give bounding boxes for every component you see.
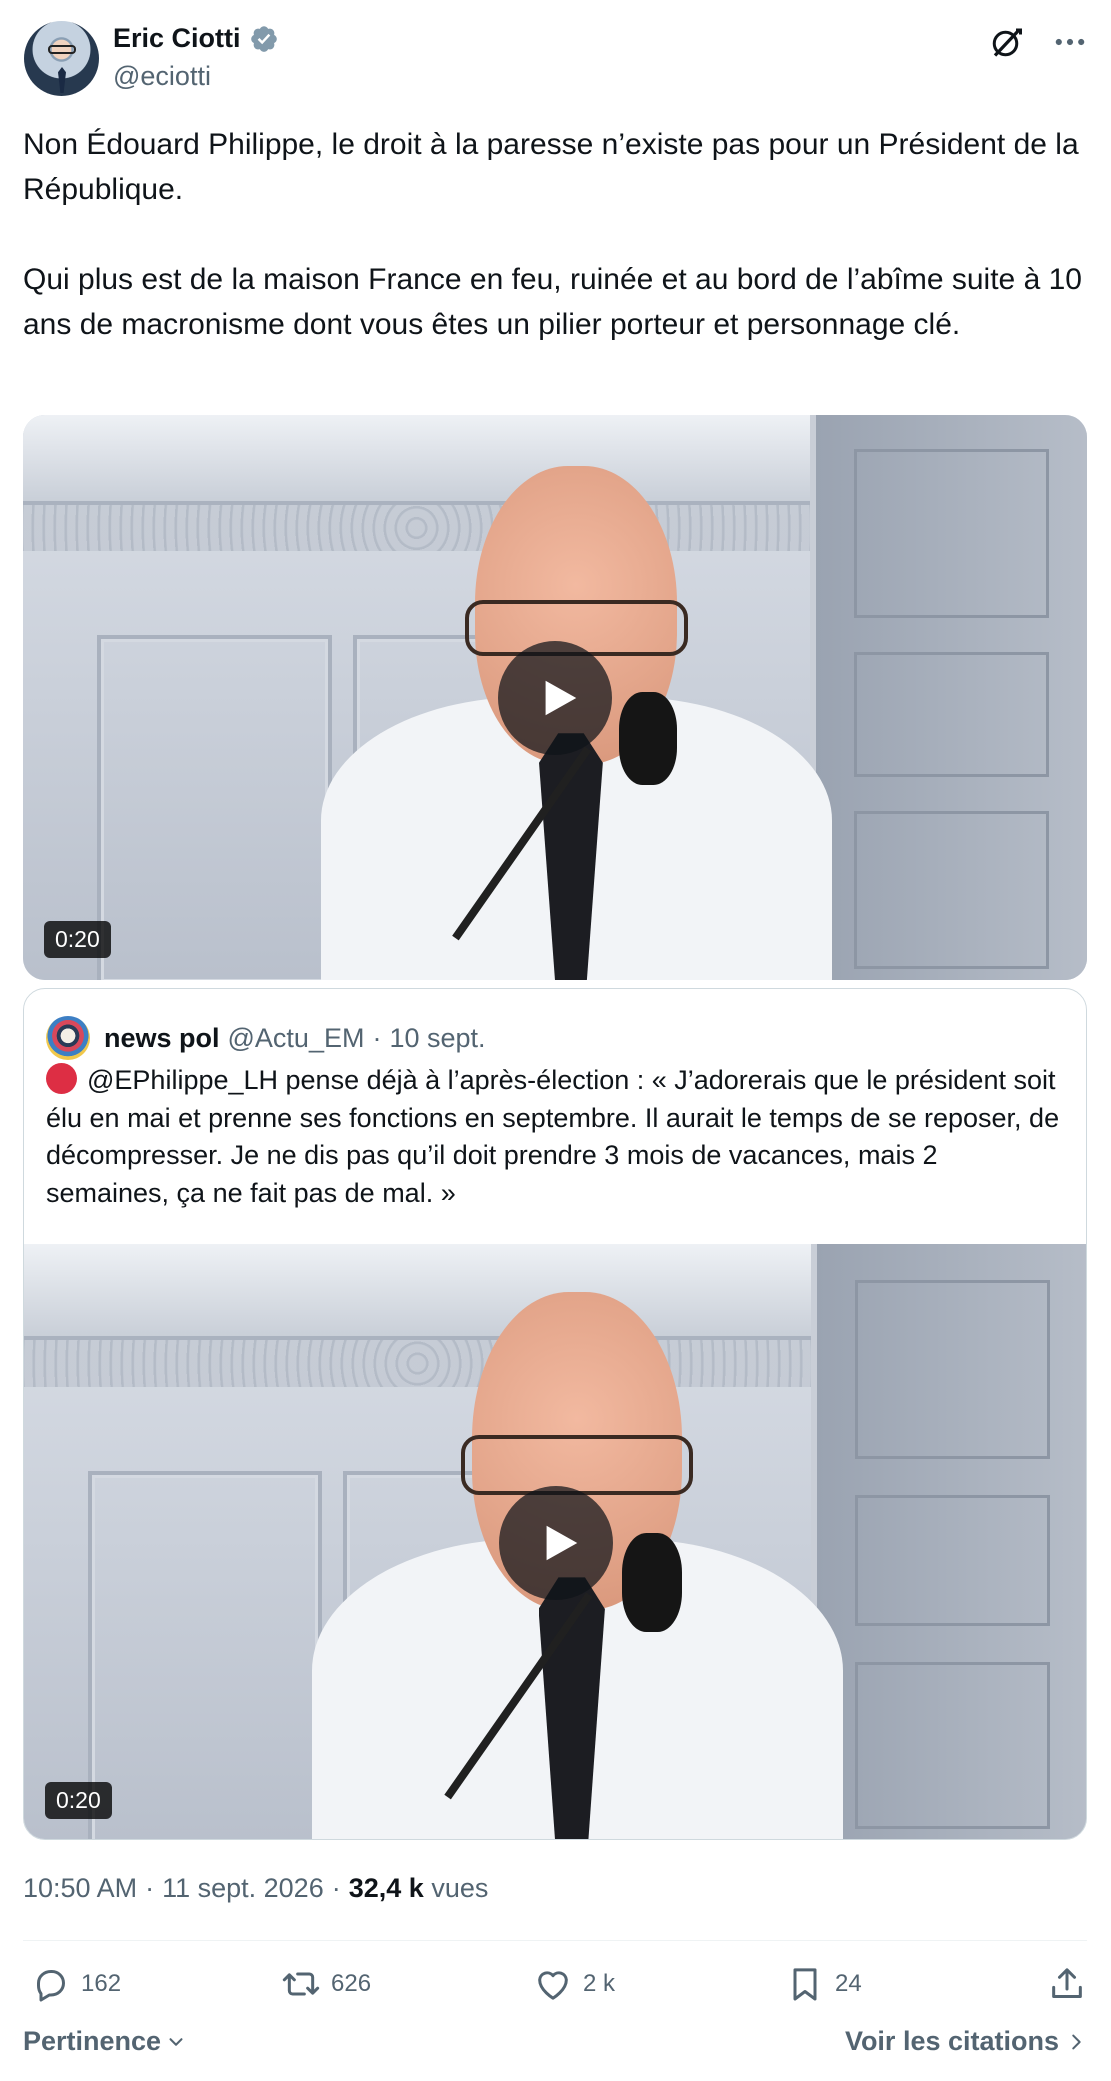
action-bar: 162 626 2 k 24 [23,1964,1087,2008]
views-label: vues [431,1873,489,1903]
verified-badge-icon [250,25,277,52]
reply-button[interactable]: 162 [31,1964,121,2004]
quoted-play-button[interactable] [499,1485,613,1600]
red-circle-icon [46,1063,77,1094]
meta-separator: · [145,1873,155,1903]
view-quotes-link[interactable]: Voir les citations [845,2026,1087,2057]
quoted-avatar [46,1016,90,1060]
play-icon [546,1525,578,1560]
tweet-video[interactable]: 0:20 [23,415,1087,980]
chevron-down-icon [169,2037,183,2046]
chevron-right-icon [1072,2034,1081,2049]
author-handle[interactable]: @eciotti [113,61,211,92]
tweet-meta: 10:50 AM · 11 sept. 2026 · 32,4 k vues [23,1873,488,1904]
sort-label: Pertinence [23,2026,162,2056]
bookmark-icon [793,1968,817,2001]
quoted-date: 10 sept. [389,1022,486,1053]
sort-dropdown[interactable]: Pertinence [23,2026,187,2057]
divider [23,1940,1087,1941]
like-button[interactable]: 2 k [533,1964,615,2004]
repost-button[interactable]: 626 [281,1964,371,2004]
tweet-text: Non Édouard Philippe, le droit à la pare… [23,128,1082,341]
author-name-line: Eric Ciotti [113,23,279,54]
play-button[interactable] [498,640,612,755]
bookmark-count: 24 [835,1970,862,1997]
play-icon [545,680,577,715]
quoted-video-duration: 0:20 [45,1782,112,1819]
reply-count: 162 [81,1970,122,1997]
tweet-time[interactable]: 10:50 AM [23,1873,137,1904]
view-quotes-label: Voir les citations [844,2026,1059,2056]
share-button[interactable] [1047,1964,1087,2004]
quoted-text: @EPhilippe_LH pense déjà à l’après-élect… [46,1065,1060,1208]
video-duration: 0:20 [44,921,111,958]
views-count-wrap: 32,4 k vues [349,1873,489,1904]
more-icon[interactable] [1053,28,1087,56]
grok-icon[interactable] [989,24,1025,60]
replies-footer: Pertinence Voir les citations [23,2026,1087,2066]
views-count: 32,4 k [348,1873,424,1903]
quoted-author-name: news pol [104,1022,220,1053]
share-icon [1052,1968,1082,1998]
tweet-header: Eric Ciotti @eciotti [24,21,1087,97]
repost-icon [282,1972,320,1996]
tweet-date[interactable]: 11 sept. 2026 [162,1873,324,1904]
heart-icon [538,1971,568,2000]
quoted-author-handle: @Actu_EM [227,1022,365,1053]
reply-icon [37,1970,65,2002]
quoted-text-block: @EPhilippe_LH pense déjà à l’après-élect… [46,1062,1066,1212]
quoted-header: news pol @Actu_EM · 10 sept. [46,1016,486,1060]
quoted-tweet[interactable]: news pol @Actu_EM · 10 sept. @EPhilippe_… [23,988,1087,1840]
quoted-separator: · [372,1022,382,1053]
repost-count: 626 [331,1970,372,1997]
author-name[interactable]: Eric Ciotti [113,23,241,54]
author-avatar[interactable] [24,21,99,96]
quoted-video[interactable]: 0:20 [24,1244,1086,1839]
like-count: 2 k [583,1970,616,1997]
bookmark-button[interactable]: 24 [785,1964,862,2004]
meta-separator: · [331,1873,341,1903]
